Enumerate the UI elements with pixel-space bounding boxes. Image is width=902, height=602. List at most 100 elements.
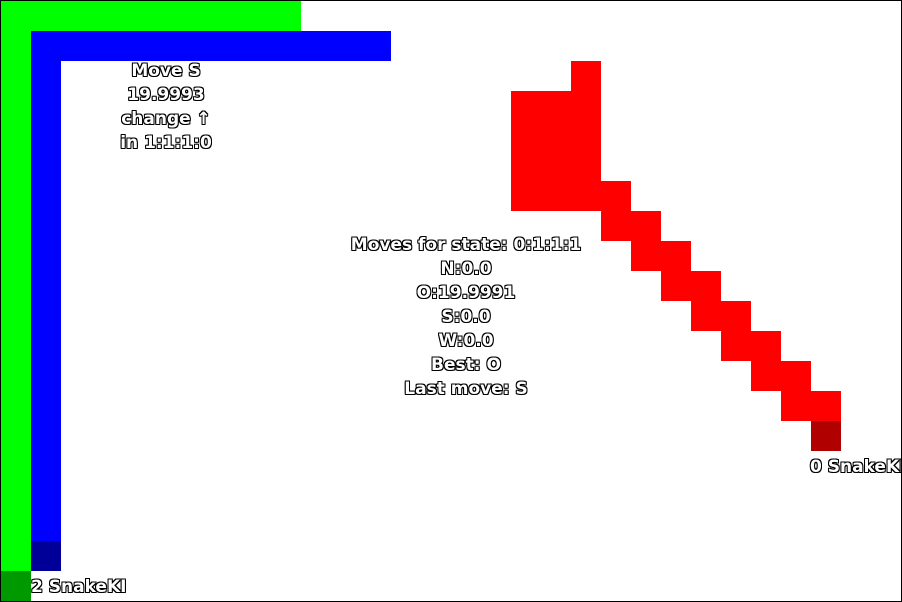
snake-0-body-segment [241,1,271,31]
snake-2-body-segment [661,241,691,271]
snake-2-body-segment [631,241,661,271]
snake-2-body-segment [751,361,781,391]
snake-2-body-segment [571,181,601,211]
snake-0-body-segment [1,331,31,361]
snake-2-body-segment [511,91,541,121]
snake-0-body-segment [1,271,31,301]
snake-0-body-segment [121,1,151,31]
snake-2-body-segment [751,331,781,361]
snake-1-body-segment [331,31,361,61]
snake-label-2: 2 SnakeKI [31,577,127,597]
snake-2-body-segment [541,181,571,211]
snake-0-body-segment [1,181,31,211]
snake-2-body-segment [571,61,601,91]
snake-1-head [31,541,61,571]
snake-1-body-segment [31,181,61,211]
snake-0-body-segment [1,541,31,571]
snake-0-body-segment [211,1,241,31]
snake-2-head [811,421,841,451]
value-s: S:0.0 [441,307,491,327]
snake-1-body-segment [31,361,61,391]
state-label: in 1:1:1:0 [120,133,212,153]
snake-1-body-segment [31,511,61,541]
snake-2-body-segment [601,181,631,211]
snake-0-body-segment [91,1,121,31]
snake-1-body-segment [31,331,61,361]
snake-2-body-segment [571,121,601,151]
snake-1-body-segment [91,31,121,61]
snake-0-body-segment [1,301,31,331]
snake-2-body-segment [541,91,571,121]
snake-0-body-segment [1,91,31,121]
snake-2-body-segment [511,181,541,211]
snake-2-body-segment [781,391,811,421]
snake-1-body-segment [211,31,241,61]
snake-1-body-segment [31,241,61,271]
move-label: Move S [131,61,201,81]
snake-1-body-segment [121,31,151,61]
snake-1-body-segment [31,31,61,61]
value-n: N:0.0 [440,259,492,279]
state-title: Moves for state: 0:1:1:1 [350,235,582,255]
snake-1-body-segment [31,301,61,331]
snake-1-body-segment [31,481,61,511]
snake-1-body-segment [31,121,61,151]
snake-0-body-segment [1,421,31,451]
snake-2-body-segment [691,271,721,301]
snake-1-body-segment [31,61,61,91]
snake-0-body-segment [1,241,31,271]
snake-2-body-segment [601,211,631,241]
snake-0-body-segment [1,481,31,511]
snake-1-body-segment [31,391,61,421]
snake-2-body-segment [721,301,751,331]
snake-0-body-segment [31,1,61,31]
move-value: 19.9993 [127,85,205,105]
snake-1-body-segment [31,451,61,481]
snake-2-body-segment [511,151,541,181]
snake-2-body-segment [541,151,571,181]
snake-0-body-segment [1,1,31,31]
snake-2-body-segment [721,331,751,361]
snake-1-body-segment [301,31,331,61]
snake-1-body-segment [271,31,301,61]
value-o: O:19.9991 [416,283,516,303]
snake-0-body-segment [1,511,31,541]
snake-1-body-segment [31,271,61,301]
snake-0-head [1,571,31,601]
snake-2-body-segment [571,151,601,181]
snake-2-body-segment [631,211,661,241]
change-label: change ↑ [121,109,211,129]
snake-0-body-segment [1,31,31,61]
snake-2-body-segment [571,91,601,121]
snake-0-body-segment [61,1,91,31]
snake-0-body-segment [181,1,211,31]
value-w: W:0.0 [438,331,494,351]
snake-1-body-segment [31,91,61,121]
snake-1-body-segment [241,31,271,61]
snake-0-body-segment [1,361,31,391]
snake-0-body-segment [1,211,31,241]
last-move: Last move: S [404,379,528,399]
snake-0-body-segment [1,451,31,481]
snake-0-body-segment [1,61,31,91]
snake-2-body-segment [511,121,541,151]
snake-1-body-segment [31,421,61,451]
snake-1-body-segment [31,211,61,241]
snake-2-body-segment [541,121,571,151]
snake-1-body-segment [61,31,91,61]
snake-1-body-segment [151,31,181,61]
best-move: Best: O [431,355,501,375]
snake-1-body-segment [31,151,61,181]
snake-2-body-segment [661,271,691,301]
snake-1-body-segment [361,31,391,61]
snake-0-body-segment [151,1,181,31]
snake-2-body-segment [691,301,721,331]
snake-2-body-segment [781,361,811,391]
snake-1-body-segment [181,31,211,61]
snake-2-body-segment [811,391,841,421]
snake-0-body-segment [271,1,301,31]
snake-0-body-segment [1,391,31,421]
game-board: Move S 19.9993 change ↑ in 1:1:1:0 Moves… [0,0,902,602]
snake-0-body-segment [1,151,31,181]
snake-label-0: 0 SnakeKI [810,457,902,477]
